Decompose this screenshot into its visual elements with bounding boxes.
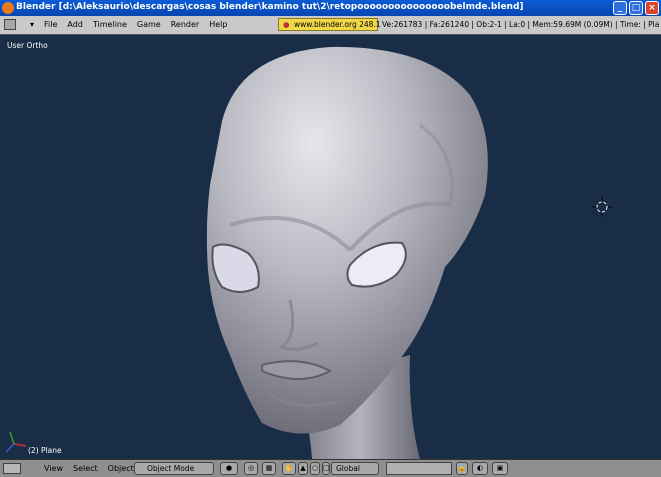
hand-icon[interactable]: ✋: [282, 462, 296, 475]
orientation-label: Global: [336, 464, 360, 473]
info-header: ▾ File Add Timeline Game Render Help ● w…: [0, 16, 661, 35]
window-type-icon[interactable]: [4, 19, 16, 30]
lock-icon[interactable]: 🔒: [456, 462, 468, 475]
menu-view[interactable]: View: [44, 464, 63, 473]
menu-game[interactable]: Game: [137, 20, 161, 29]
pivot-icon[interactable]: ◎: [244, 462, 258, 475]
chevron-down-icon[interactable]: ▾: [30, 20, 34, 29]
render-icon[interactable]: ▣: [492, 462, 508, 475]
draw-type-icon[interactable]: ●: [220, 462, 238, 475]
orientation-dropdown[interactable]: Global: [331, 462, 379, 475]
snap-icon[interactable]: ▦: [262, 462, 276, 475]
window-controls: _ □ ×: [613, 1, 659, 15]
menu-add[interactable]: Add: [67, 20, 83, 29]
3d-viewport[interactable]: User Ortho (2) Plane: [0, 35, 661, 459]
url-text: www.blender.org: [293, 20, 357, 29]
layer-grid-icon[interactable]: [386, 462, 452, 475]
editor-type-icon[interactable]: [3, 463, 21, 474]
menu-timeline[interactable]: Timeline: [93, 20, 127, 29]
minimize-button[interactable]: _: [613, 1, 627, 15]
scene-stats: Ve:261783 | Fa:261240 | Ob:2-1 | La:0 | …: [382, 20, 660, 29]
manipulator-translate-icon[interactable]: ▲: [298, 462, 308, 475]
blender-logo-icon: ●: [283, 20, 290, 29]
window-title: Blender [d:\Aleksaurio\descargas\cosas b…: [16, 2, 524, 12]
mode-dropdown[interactable]: Object Mode: [134, 462, 214, 475]
maximize-button[interactable]: □: [629, 1, 643, 15]
3d-cursor-icon: [592, 197, 612, 217]
version-text: 248.1: [359, 20, 381, 29]
view-menu-group: View Select Object: [44, 464, 144, 473]
menu-object[interactable]: Object: [108, 464, 134, 473]
axis-icon: [5, 431, 27, 453]
menu-file[interactable]: File: [44, 20, 57, 29]
menu-select[interactable]: Select: [73, 464, 98, 473]
view-label: User Ortho: [7, 41, 48, 50]
render-preview-icon[interactable]: ◐: [472, 462, 488, 475]
close-button[interactable]: ×: [645, 1, 659, 15]
menu-render[interactable]: Render: [171, 20, 199, 29]
alien-head-model: [206, 46, 488, 459]
mode-label: Object Mode: [147, 464, 195, 473]
main-menu: File Add Timeline Game Render Help: [44, 20, 237, 29]
blender-url-badge[interactable]: ● www.blender.org 248.1: [278, 18, 381, 31]
3d-view-header: View Select Object Object Mode ● ◎ ▦ ✋ ▲…: [0, 459, 661, 477]
object-label: (2) Plane: [28, 446, 62, 455]
manipulator-rotate-icon[interactable]: ○: [310, 462, 320, 475]
menu-help[interactable]: Help: [209, 20, 227, 29]
blender-logo-icon: [2, 2, 14, 14]
manipulator-scale-icon[interactable]: □: [322, 462, 330, 475]
window-titlebar: Blender [d:\Aleksaurio\descargas\cosas b…: [0, 0, 661, 16]
